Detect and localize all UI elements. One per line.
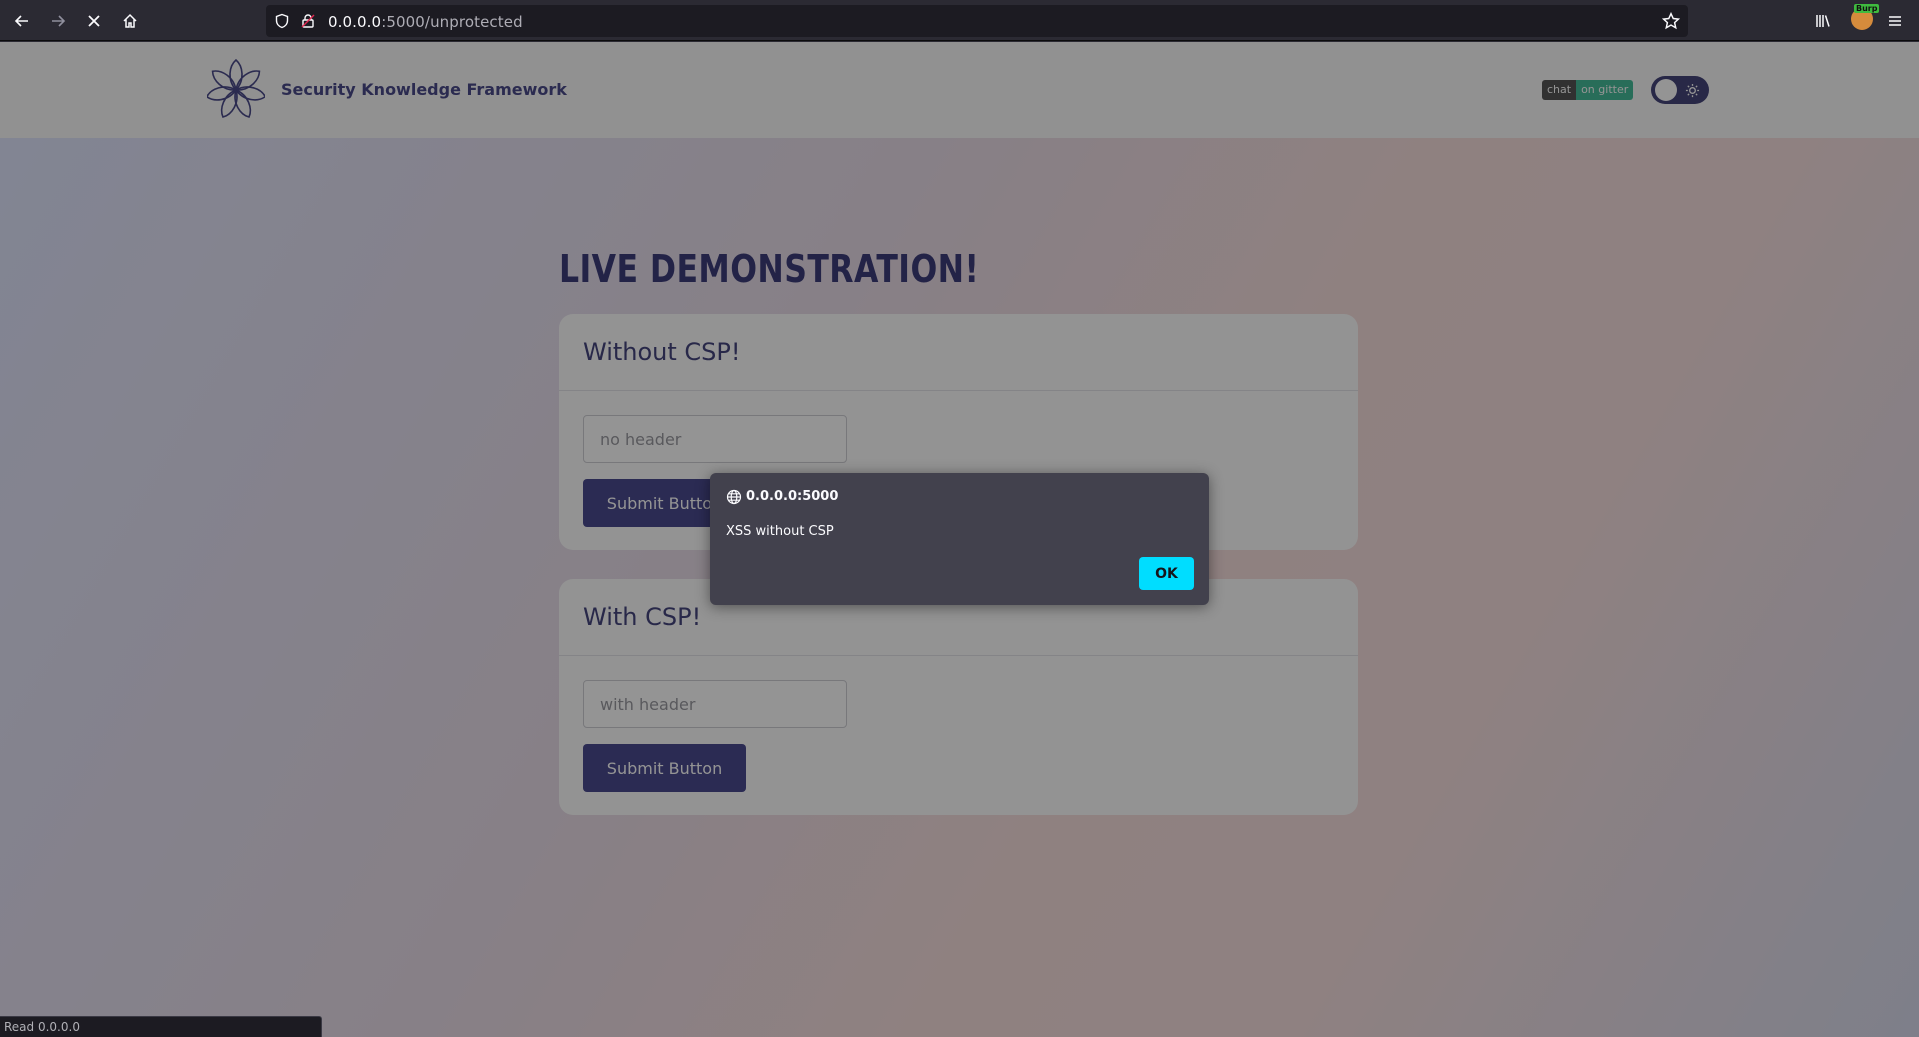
globe-icon xyxy=(726,489,742,505)
shield-icon[interactable] xyxy=(274,13,290,29)
alert-dialog: 0.0.0.0:5000 XSS without CSP OK xyxy=(710,473,1209,605)
dialog-origin: 0.0.0.0:5000 xyxy=(746,489,839,504)
status-bar: Read 0.0.0.0 xyxy=(0,1016,322,1037)
burp-extension-icon[interactable]: Burp xyxy=(1851,4,1880,30)
home-icon[interactable] xyxy=(117,8,143,34)
address-bar[interactable]: 0.0.0.0:5000/unprotected xyxy=(266,5,1688,37)
browser-toolbar: 0.0.0.0:5000/unprotected Burp xyxy=(0,0,1919,41)
menu-icon[interactable] xyxy=(1882,8,1908,34)
library-icon[interactable] xyxy=(1810,8,1836,34)
forward-icon[interactable] xyxy=(45,8,71,34)
url-text[interactable]: 0.0.0.0:5000/unprotected xyxy=(328,13,523,31)
lock-insecure-icon[interactable] xyxy=(300,13,316,29)
dialog-message: XSS without CSP xyxy=(726,524,834,539)
status-text: Read 0.0.0.0 xyxy=(4,1020,80,1034)
stop-loading-icon[interactable] xyxy=(81,8,107,34)
ok-button[interactable]: OK xyxy=(1139,557,1194,590)
back-icon[interactable] xyxy=(9,8,35,34)
bookmark-star-icon[interactable] xyxy=(1662,12,1680,30)
